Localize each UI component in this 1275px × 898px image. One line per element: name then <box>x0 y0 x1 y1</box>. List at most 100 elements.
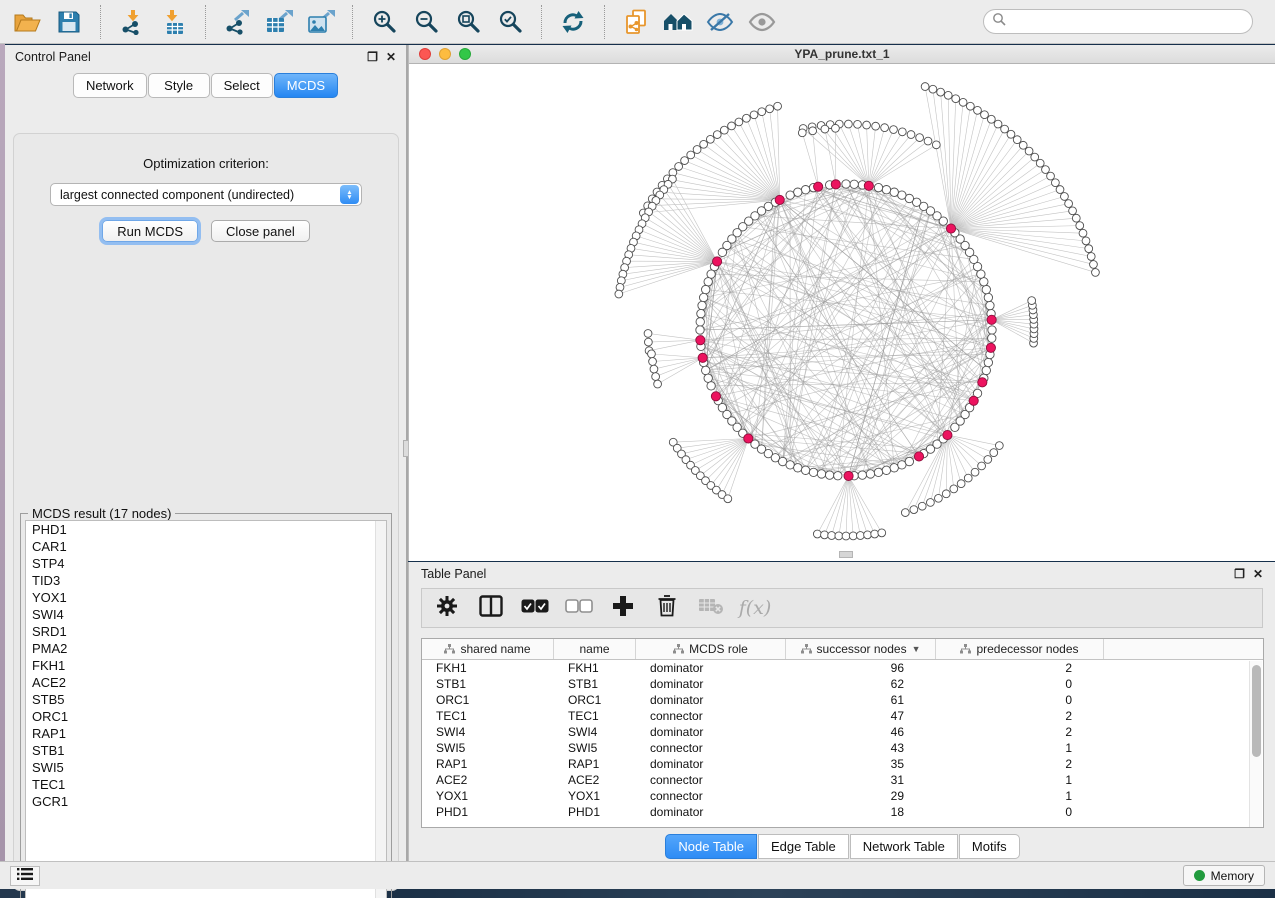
column-header-MCDS-role[interactable]: MCDS role <box>636 639 786 659</box>
export-table-button[interactable] <box>258 3 300 41</box>
table-row[interactable]: SWI5SWI5connector431 <box>422 740 1263 756</box>
table-row[interactable]: TEC1TEC1connector472 <box>422 708 1263 724</box>
result-list-scrollbar[interactable] <box>375 521 386 898</box>
table-row[interactable]: PHD1PHD1dominator180 <box>422 804 1263 820</box>
search-field[interactable] <box>983 9 1253 34</box>
duplicate-network-button[interactable] <box>615 3 657 41</box>
show-all-button[interactable] <box>741 3 783 41</box>
dominator-node <box>744 434 753 443</box>
import-network-icon <box>119 9 145 35</box>
column-header-filler <box>1104 639 1263 659</box>
column-header-name[interactable]: name <box>554 639 636 659</box>
close-panel-button[interactable]: Close panel <box>211 220 310 242</box>
memory-button[interactable]: Memory <box>1183 865 1265 886</box>
table-row[interactable]: YOX1YOX1connector291 <box>422 788 1263 804</box>
horizontal-splitter-handle[interactable] <box>839 551 853 558</box>
result-list-item[interactable]: RAP1 <box>26 725 386 742</box>
table-row[interactable]: RAP1RAP1dominator352 <box>422 756 1263 772</box>
export-image-button[interactable] <box>300 3 342 41</box>
table-settings-button[interactable] <box>432 593 462 623</box>
table-row[interactable]: SWI4SWI4dominator462 <box>422 724 1263 740</box>
column-header-predecessor-nodes[interactable]: predecessor nodes <box>936 639 1104 659</box>
result-list-item[interactable]: ACE2 <box>26 674 386 691</box>
table-row[interactable]: STB1STB1dominator620 <box>422 676 1263 692</box>
result-list-item[interactable]: STB1 <box>26 742 386 759</box>
open-folder-icon <box>14 11 41 33</box>
hide-selected-button[interactable] <box>699 3 741 41</box>
cell-predecessor_nodes: 1 <box>936 740 1104 756</box>
result-list-item[interactable]: TEC1 <box>26 776 386 793</box>
cell-name: PHD1 <box>554 804 636 820</box>
delete-table-button[interactable] <box>696 593 726 623</box>
result-list-item[interactable]: STP4 <box>26 555 386 572</box>
export-network-button[interactable] <box>216 3 258 41</box>
duplicate-network-icon <box>623 9 649 35</box>
split-columns-button[interactable] <box>476 593 506 623</box>
checked-boxes-icon <box>521 599 549 618</box>
control-panel-tabs: NetworkStyleSelectMCDS <box>5 73 406 98</box>
float-panel-icon[interactable]: ❐ <box>367 51 378 63</box>
tab-node-table[interactable]: Node Table <box>665 834 757 859</box>
tab-style[interactable]: Style <box>148 73 210 98</box>
tab-network-table[interactable]: Network Table <box>850 834 958 859</box>
result-list-item[interactable]: PHD1 <box>26 521 386 538</box>
result-list-item[interactable]: SWI5 <box>26 759 386 776</box>
table-row[interactable]: ORC1ORC1dominator610 <box>422 692 1263 708</box>
result-list-item[interactable]: FKH1 <box>26 657 386 674</box>
network-graph[interactable] <box>409 64 1275 554</box>
first-neighbors-button[interactable] <box>657 3 699 41</box>
import-network-button[interactable] <box>111 3 153 41</box>
select-all-button[interactable] <box>520 593 550 623</box>
eye-icon <box>748 11 776 33</box>
open-file-button[interactable] <box>6 3 48 41</box>
zoom-out-button[interactable] <box>405 3 447 41</box>
result-list-item[interactable]: PMA2 <box>26 640 386 657</box>
panel-menu-button[interactable] <box>10 866 40 886</box>
mcds-result-list[interactable]: PHD1CAR1STP4TID3YOX1SWI4SRD1PMA2FKH1ACE2… <box>25 520 387 898</box>
deselect-all-button[interactable] <box>564 593 594 623</box>
tab-edge-table[interactable]: Edge Table <box>758 834 849 859</box>
tab-motifs[interactable]: Motifs <box>959 834 1020 859</box>
close-panel-icon[interactable]: ✕ <box>386 51 396 63</box>
tab-network[interactable]: Network <box>73 73 147 98</box>
result-list-item[interactable]: CAR1 <box>26 538 386 555</box>
save-floppy-icon <box>57 10 81 34</box>
result-list-item[interactable]: ORC1 <box>26 708 386 725</box>
network-canvas[interactable] <box>409 64 1275 560</box>
column-header-successor-nodes[interactable]: successor nodes▼ <box>786 639 936 659</box>
table-row[interactable]: ACE2ACE2connector311 <box>422 772 1263 788</box>
table-row[interactable]: FKH1FKH1dominator962 <box>422 660 1263 676</box>
zoom-in-button[interactable] <box>363 3 405 41</box>
result-list-item[interactable]: STB5 <box>26 691 386 708</box>
result-list-item[interactable]: SWI4 <box>26 606 386 623</box>
cell-name: ACE2 <box>554 772 636 788</box>
column-header-label: predecessor nodes <box>976 642 1078 656</box>
table-scrollbar-thumb[interactable] <box>1252 665 1261 757</box>
result-list-item[interactable]: YOX1 <box>26 589 386 606</box>
search-input[interactable] <box>1006 15 1244 29</box>
close-table-panel-icon[interactable]: ✕ <box>1253 568 1263 580</box>
refresh-button[interactable] <box>552 3 594 41</box>
zoom-fit-button[interactable] <box>447 3 489 41</box>
result-list-item[interactable]: TID3 <box>26 572 386 589</box>
delete-column-button[interactable] <box>652 593 682 623</box>
result-list-item[interactable]: GCR1 <box>26 793 386 810</box>
run-mcds-button[interactable]: Run MCDS <box>102 220 198 242</box>
function-builder-button[interactable]: f(x) <box>740 593 770 623</box>
tab-mcds[interactable]: MCDS <box>274 73 338 98</box>
cell-mcds_role: connector <box>636 788 786 804</box>
tab-select[interactable]: Select <box>211 73 273 98</box>
column-header-shared-name[interactable]: shared name <box>422 639 554 659</box>
result-list-item[interactable]: SRD1 <box>26 623 386 640</box>
cell-successor_nodes: 47 <box>786 708 936 724</box>
dominator-node <box>986 343 995 352</box>
float-table-panel-icon[interactable]: ❐ <box>1234 568 1245 580</box>
save-session-button[interactable] <box>48 3 90 41</box>
import-table-button[interactable] <box>153 3 195 41</box>
criterion-dropdown[interactable]: largest connected component (undirected)… <box>50 183 362 206</box>
zoom-selected-button[interactable] <box>489 3 531 41</box>
table-scrollbar[interactable] <box>1249 661 1262 827</box>
add-column-button[interactable] <box>608 593 638 623</box>
network-window-titlebar[interactable]: YPA_prune.txt_1 <box>409 45 1275 64</box>
cell-predecessor_nodes: 2 <box>936 708 1104 724</box>
